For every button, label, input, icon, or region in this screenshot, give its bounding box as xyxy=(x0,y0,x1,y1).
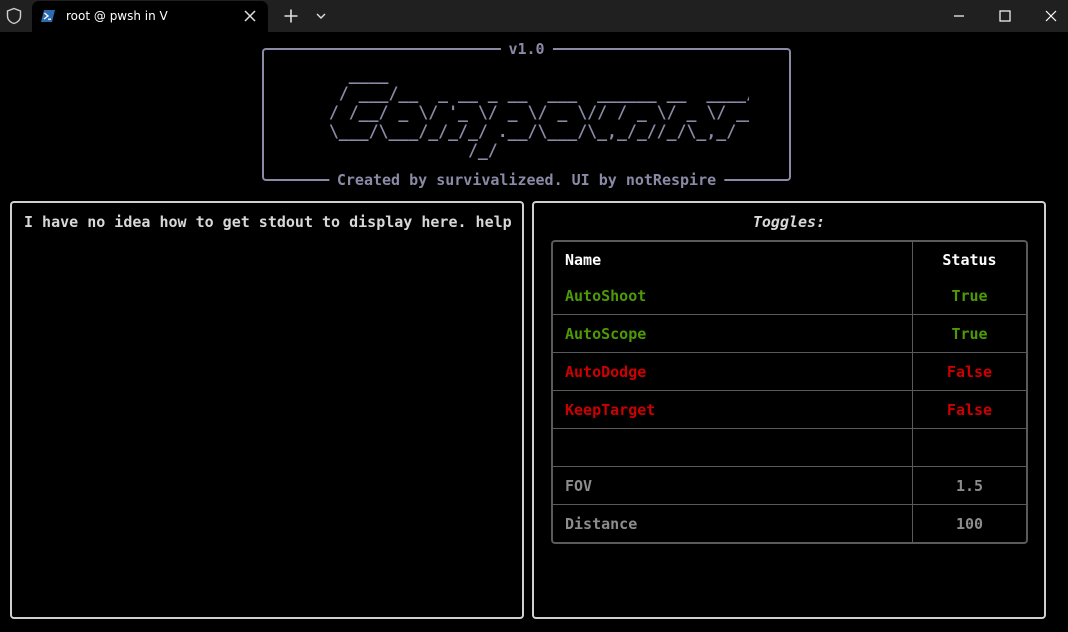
minimize-button[interactable] xyxy=(936,0,982,32)
maximize-button[interactable] xyxy=(982,0,1028,32)
table-row: Distance 100 xyxy=(553,504,1026,542)
banner-box: v1.0 ____ __ __ / ___/__ _ __ _ __ ___ _… xyxy=(262,40,791,189)
toggle-status: 100 xyxy=(912,505,1026,542)
table-row xyxy=(553,428,1026,466)
toggle-status xyxy=(912,429,1026,466)
table-row: AutoDodge False xyxy=(553,352,1026,390)
powershell-icon xyxy=(41,10,55,22)
toggles-table: Name Status AutoShoot True AutoScope True Au… xyxy=(551,240,1028,544)
table-row: KeepTarget False xyxy=(553,390,1026,428)
close-icon xyxy=(1045,10,1057,22)
svg-text:____: ____ __ __ / ___/__ _ __ _ __ ___ ______… xyxy=(309,65,749,160)
plus-icon[interactable] xyxy=(283,8,299,24)
toggles-title: Toggles: xyxy=(752,213,826,231)
toggle-name: FOV xyxy=(565,476,593,495)
terminal-tab[interactable]: root @ pwsh in V xyxy=(32,1,268,32)
toggle-name: KeepTarget xyxy=(565,400,656,419)
toggle-status: False xyxy=(912,391,1026,428)
ascii-logo: ____ __ __ / ___/__ _ __ _ __ ___ ______… xyxy=(309,65,749,160)
toggle-name xyxy=(553,429,913,466)
minimize-icon xyxy=(954,15,964,17)
output-text: I have no idea how to get stdout to disp… xyxy=(24,213,512,231)
header-status: Status xyxy=(912,242,1026,278)
toggle-status: True xyxy=(912,315,1026,352)
close-window-button[interactable] xyxy=(1028,0,1068,32)
toggle-status: True xyxy=(912,278,1026,314)
toggle-name: AutoScope xyxy=(565,324,647,343)
toggle-status: 1.5 xyxy=(912,467,1026,504)
maximize-icon xyxy=(999,10,1011,22)
table-header-row: Name Status xyxy=(553,242,1026,278)
toggle-name: AutoDodge xyxy=(565,362,647,381)
toggle-status: False xyxy=(912,353,1026,390)
header-name: Name xyxy=(565,251,602,269)
chevron-down-icon[interactable] xyxy=(314,10,328,22)
title-bar: root @ pwsh in V xyxy=(0,0,1068,32)
output-panel: I have no idea how to get stdout to disp… xyxy=(10,201,524,619)
table-row: AutoScope True xyxy=(553,314,1026,352)
close-icon[interactable] xyxy=(243,9,257,23)
shield-icon[interactable] xyxy=(5,7,23,25)
table-row: FOV 1.5 xyxy=(553,466,1026,504)
toggle-name: Distance xyxy=(565,514,638,533)
version-label: v1.0 xyxy=(500,40,553,58)
tab-title: root @ pwsh in V xyxy=(66,9,168,23)
credit-label: Created by survivalizeed. UI by notRespi… xyxy=(328,171,725,189)
table-row: AutoShoot True xyxy=(553,278,1026,314)
toggle-name: AutoShoot xyxy=(565,287,647,305)
toggles-panel: Toggles: Name Status AutoShoot True AutoSc… xyxy=(532,201,1046,619)
